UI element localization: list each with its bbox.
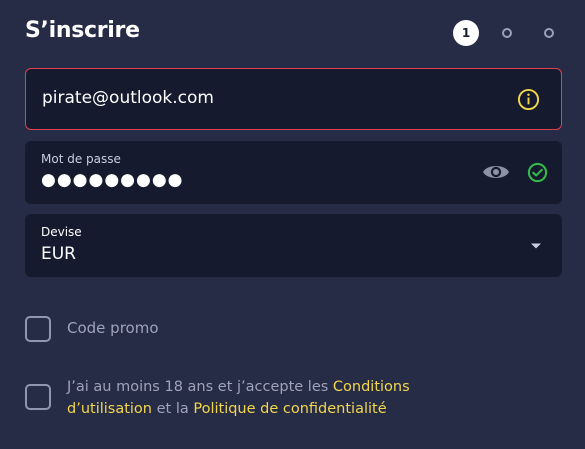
currency-label: Devise xyxy=(41,225,82,239)
terms-prefix: J’ai au moins 18 ans et j’accepte les xyxy=(67,379,333,395)
step-1-active: 1 xyxy=(453,20,479,46)
email-field[interactable]: pirate@outlook.com xyxy=(25,68,562,130)
privacy-policy-link[interactable]: Politique de confidentialité xyxy=(193,401,386,417)
chevron-down-icon[interactable] xyxy=(530,242,542,250)
password-field[interactable]: Mot de passe ●●●●●●●●● xyxy=(25,141,562,204)
password-label: Mot de passe xyxy=(41,152,121,166)
currency-select[interactable]: Devise EUR xyxy=(25,214,562,277)
email-value[interactable]: pirate@outlook.com xyxy=(42,88,214,108)
eye-icon[interactable] xyxy=(482,161,510,183)
info-circle-icon[interactable] xyxy=(517,88,540,111)
terms-text: J’ai au moins 18 ans et j’accepte les Co… xyxy=(67,376,437,420)
promo-label[interactable]: Code promo xyxy=(67,319,159,337)
terms-checkbox[interactable] xyxy=(25,384,51,410)
promo-checkbox[interactable] xyxy=(25,316,51,342)
currency-value[interactable]: EUR xyxy=(41,244,76,264)
step-2-dot xyxy=(502,28,512,38)
check-circle-icon xyxy=(527,162,548,183)
password-value[interactable]: ●●●●●●●●● xyxy=(41,170,184,190)
terms-middle: et la xyxy=(152,401,194,417)
page-title: S’inscrire xyxy=(25,18,140,43)
step-3-dot xyxy=(544,28,554,38)
